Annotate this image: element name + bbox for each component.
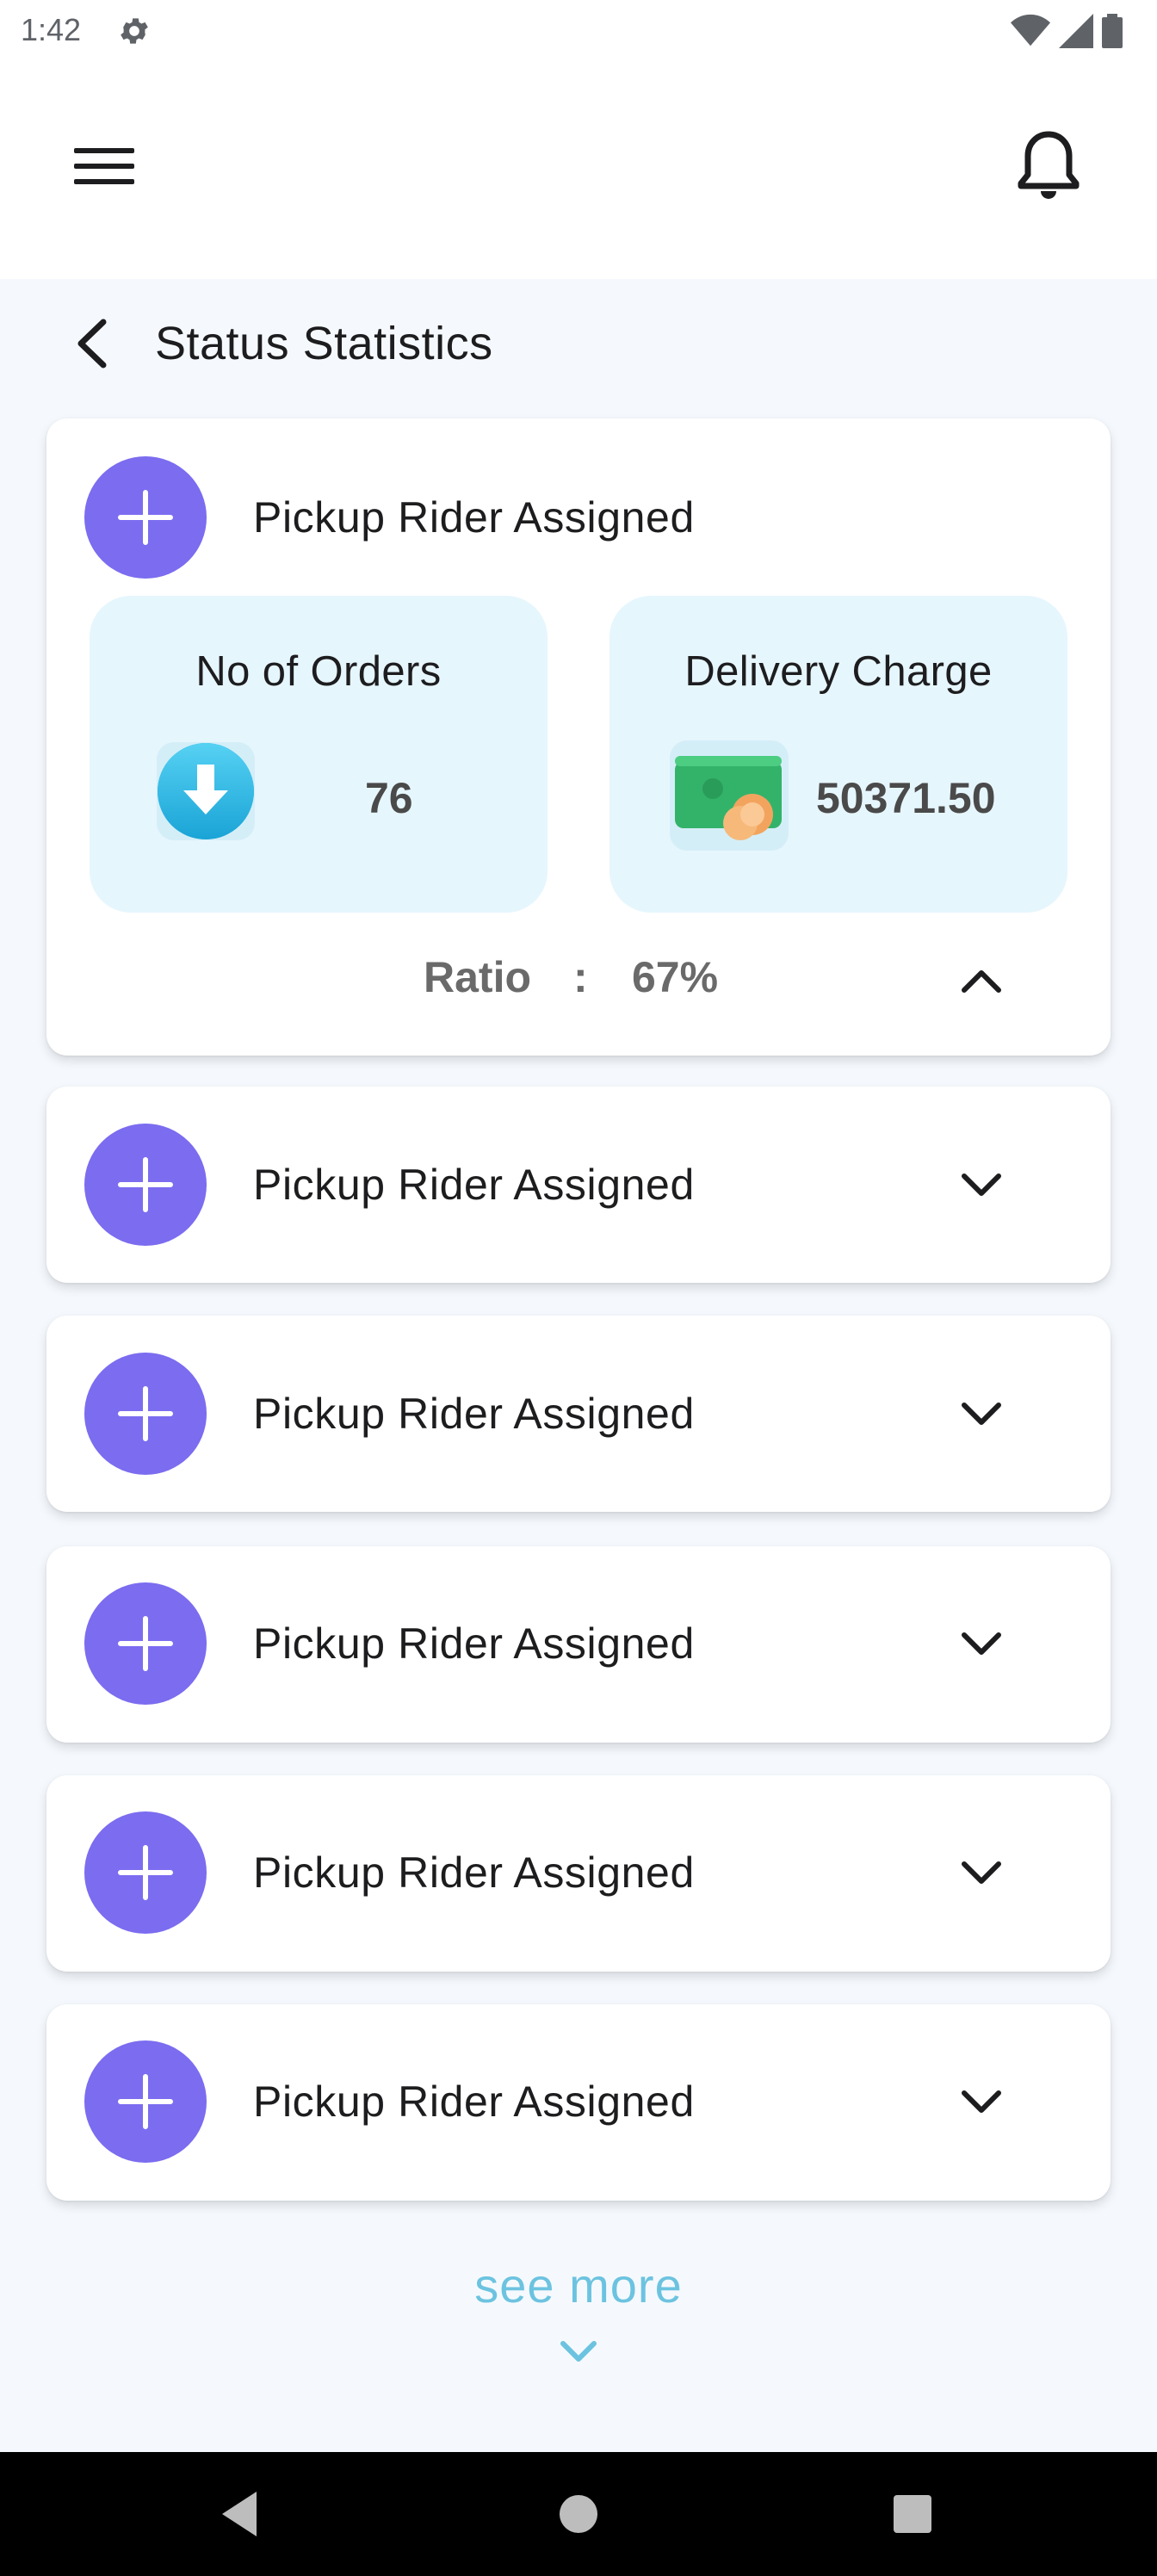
status-avatar: [84, 2040, 207, 2163]
status-time: 1:42: [21, 12, 82, 47]
back-arrow-icon[interactable]: [65, 313, 121, 374]
plus-icon: [118, 1386, 173, 1441]
status-avatar: [84, 1811, 207, 1934]
status-avatar: [84, 1582, 207, 1705]
status-bar: 1:42: [0, 0, 1157, 62]
cell-signal-icon: [1059, 14, 1093, 53]
plus-icon: [118, 1845, 173, 1900]
status-card-title: Pickup Rider Assigned: [253, 1390, 695, 1438]
system-navigation-bar: [0, 2452, 1157, 2576]
status-card[interactable]: Pickup Rider Assigned: [46, 1316, 1111, 1512]
delivery-charge-stat-box: Delivery Charge 50371.50: [609, 596, 1067, 913]
ratio-label: Ratio: [424, 953, 531, 1001]
plus-icon: [118, 1616, 173, 1671]
ratio-value: 67%: [632, 953, 719, 1001]
notification-bell-icon[interactable]: [1012, 122, 1085, 208]
page-title: Status Statistics: [155, 318, 493, 369]
hamburger-menu-icon[interactable]: [69, 131, 141, 203]
plus-icon: [118, 490, 173, 545]
chevron-down-icon[interactable]: [950, 1154, 1012, 1216]
orders-stat-box: No of Orders 76: [90, 596, 548, 913]
status-card-title: Pickup Rider Assigned: [253, 1161, 695, 1209]
nav-recents-icon[interactable]: [892, 2493, 933, 2539]
page-header: Status Statistics: [0, 279, 1157, 408]
settings-gear-icon: [117, 14, 152, 48]
status-avatar: [84, 456, 207, 579]
status-card-title: Pickup Rider Assigned: [253, 1619, 695, 1668]
delivery-charge-label: Delivery Charge: [684, 648, 993, 695]
plus-icon: [118, 1157, 173, 1212]
ratio-separator: :: [573, 953, 588, 1001]
status-avatar: [84, 1353, 207, 1475]
nav-back-icon[interactable]: [215, 2486, 263, 2546]
chevron-down-icon[interactable]: [551, 2335, 606, 2369]
wifi-icon: [1011, 14, 1050, 53]
orders-value: 76: [365, 774, 413, 822]
orders-label: No of Orders: [195, 648, 442, 695]
plus-icon: [118, 2074, 173, 2129]
status-card[interactable]: Pickup Rider Assigned: [46, 1775, 1111, 1972]
status-card[interactable]: Pickup Rider Assigned: [46, 1546, 1111, 1743]
status-card-expanded[interactable]: Pickup Rider Assigned No of Orders 76 De…: [46, 418, 1111, 1056]
chevron-down-icon[interactable]: [950, 1613, 1012, 1675]
status-card[interactable]: Pickup Rider Assigned: [46, 2004, 1111, 2201]
cash-money-icon: [665, 735, 794, 860]
status-card[interactable]: Pickup Rider Assigned: [46, 1087, 1111, 1283]
status-card-title: Pickup Rider Assigned: [253, 2078, 695, 2126]
status-avatar: [84, 1124, 207, 1246]
battery-icon: [1102, 14, 1123, 53]
delivery-charge-value: 50371.50: [816, 774, 996, 822]
status-card-title: Pickup Rider Assigned: [253, 493, 695, 542]
app-bar: [0, 62, 1157, 279]
nav-home-icon[interactable]: [558, 2493, 599, 2539]
chevron-down-icon[interactable]: [950, 1383, 1012, 1445]
status-card-title: Pickup Rider Assigned: [253, 1848, 695, 1897]
chevron-down-icon[interactable]: [950, 1842, 1012, 1904]
download-arrow-icon: [150, 735, 262, 851]
see-more-link[interactable]: see more: [0, 2257, 1157, 2313]
chevron-up-icon[interactable]: [950, 951, 1012, 1012]
chevron-down-icon[interactable]: [950, 2071, 1012, 2133]
